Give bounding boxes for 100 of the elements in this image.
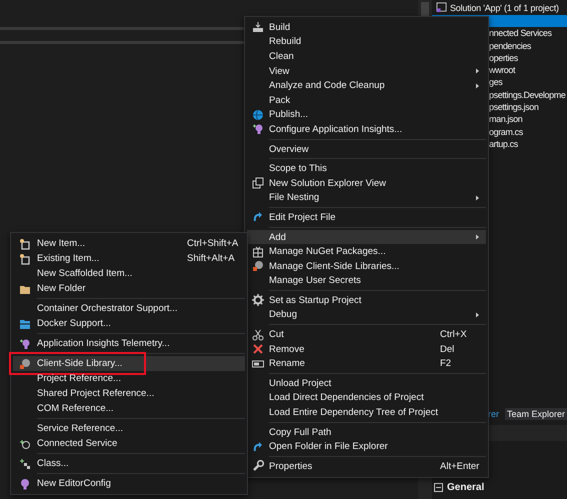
menu-item[interactable]: Open Folder in File Explorer [247,439,486,454]
menu-item[interactable]: Analyze and Code Cleanup [247,78,486,93]
new-item-icon [19,238,31,250]
curved-arrow-icon [252,440,264,453]
menu-item[interactable]: Publish... [247,108,486,122]
shortcut-text: Shift+Alt+A [187,253,236,264]
solution-title: Solution 'App' (1 of 1 project) [450,2,559,12]
menu-item-label: COM Reference... [37,403,115,414]
menu-item-label: Configure Application Insights... [269,124,404,135]
menu-item-label: Add [269,232,287,243]
menu-item[interactable]: Existing Item... Shift+Alt+A [13,251,245,266]
menu-item[interactable]: Properties Alt+Enter [247,459,486,474]
menu-item-label: Container Orchestrator Support... [37,303,178,314]
build-icon [252,21,264,34]
menu-item[interactable]: Build [247,20,486,35]
menu-item[interactable]: Copy Full Path [247,424,486,440]
globe-icon [252,108,264,121]
menu-item-label: Service Reference... [37,423,124,434]
menu-item[interactable]: Overview [247,142,486,156]
shortcut-text: Del [440,344,456,355]
menu-item-label: New Scaffolded Item... [37,268,134,279]
menu-item-label: Cut [269,329,285,340]
menu-item-label: Edit Project File [269,212,337,223]
menu-item-label: Unload Project [269,378,332,389]
folder-icon [19,318,31,330]
menu-item[interactable]: Scope to This [247,161,486,176]
menu-item[interactable]: Service Reference... [13,421,245,436]
windows-icon [252,177,264,190]
menu-item-label: Properties [269,460,314,472]
menu-item[interactable]: Project Reference... [13,371,245,386]
panel-tab[interactable]: Team Explorer [505,408,567,420]
menu-item-label: Rebuild [269,36,302,48]
section-title: General [447,482,484,493]
menu-item[interactable]: Clean [247,49,486,64]
menu-item-label: Existing Item... [37,253,100,264]
menu-item[interactable]: New Item... Ctrl+Shift+A [13,236,245,251]
menu-item[interactable]: New Scaffolded Item... [13,266,245,281]
menu-item-label: Pack [269,94,292,106]
menu-item-label: Manage User Secrets [269,275,362,286]
menu-item[interactable]: Application Insights Telemetry... [13,336,245,351]
menu-item-label: Scope to This [269,163,328,174]
existing-item-icon [19,252,31,264]
menu-item[interactable]: Cut Ctrl+X [247,327,486,342]
menu-item[interactable]: New Solution Explorer View [247,176,486,191]
menu-item[interactable]: Class... [13,456,245,471]
menu-item[interactable]: Manage User Secrets [247,274,486,288]
menu-item[interactable]: File Nesting [247,190,486,206]
menu-item[interactable]: New EditorConfig [13,476,245,491]
menu-item-label: View [269,66,290,77]
menu-item[interactable]: Remove Del [247,342,486,356]
menu-item-label: Build [269,22,292,33]
menu-item[interactable]: Load Entire Dependency Tree of Project [247,405,486,420]
menu-item[interactable]: Edit Project File [247,210,486,225]
menu-item[interactable]: Shared Project Reference... [13,386,245,401]
menu-item-label: Manage NuGet Packages... [269,246,387,258]
menu-item[interactable]: COM Reference... [13,401,245,416]
menu-item-label: Docker Support... [37,318,112,329]
menu-item-label: Manage Client-Side Libraries... [269,260,400,272]
curved-arrow-icon [252,211,264,224]
menu-item-label: Client-Side Library... [37,358,124,369]
gear-icon [252,294,264,306]
menu-item[interactable]: Manage NuGet Packages... [247,244,486,259]
solution-icon [436,2,447,13]
menu-item[interactable]: New Folder [13,281,245,296]
menu-item-label: New EditorConfig [37,478,112,489]
menu-item-label: Debug [269,309,298,320]
menu-item[interactable]: Connected Service [13,436,245,451]
shortcut-text: Ctrl+X [440,329,468,340]
lightbulb-icon [252,123,264,136]
menu-item[interactable]: Load Direct Dependencies of Project [247,390,486,406]
menu-item[interactable]: Pack [247,92,486,108]
menu-item[interactable]: Debug [247,308,486,322]
menu-item[interactable]: Rebuild [247,34,486,50]
menu-item[interactable]: Docker Support... [13,316,245,331]
shortcut-text: Ctrl+Shift+A [187,238,240,249]
menu-item-label: File Nesting [269,192,320,204]
lightbulb-icon [19,338,31,350]
menu-item[interactable]: Configure Application Insights... [247,122,486,137]
menu-item[interactable]: Add [247,230,486,244]
rename-icon [252,358,264,370]
menu-item-label: Set as Startup Project [269,294,362,306]
close-icon [252,343,264,356]
menu-item-label: Publish... [269,109,310,120]
collapse-icon[interactable] [434,483,443,492]
menu-item-label: Open Folder in File Explorer [269,441,389,452]
menu-item[interactable]: Container Orchestrator Support... [13,301,245,316]
menu-item[interactable]: Unload Project [247,376,486,391]
shortcut-text: Alt+Enter [440,460,480,472]
menu-item[interactable]: Manage Client-Side Libraries... [247,258,486,274]
menu-item-label: Load Entire Dependency Tree of Project [269,407,439,418]
menu-item-label: Project Reference... [37,373,122,384]
menu-item-label: New Solution Explorer View [269,178,388,189]
menu-item[interactable]: Set as Startup Project [247,293,486,308]
menu-item-label: Rename [269,358,306,370]
menu-item-label: Remove [269,344,306,355]
menu-item-label: Class... [37,458,70,469]
menu-item[interactable]: Rename F2 [247,356,486,372]
menu-item-label: Shared Project Reference... [37,388,156,399]
menu-item-label: New Item... [37,238,86,249]
menu-item[interactable]: View [247,64,486,78]
